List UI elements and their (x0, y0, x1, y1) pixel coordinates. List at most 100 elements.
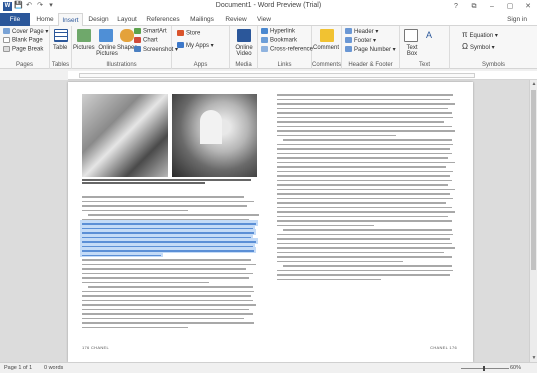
bookmark-icon (261, 37, 268, 43)
store-button[interactable]: Store (177, 30, 200, 37)
table-icon[interactable] (54, 29, 68, 42)
maximize-button[interactable]: ▢ (501, 0, 519, 13)
blank-page-icon (3, 37, 10, 43)
tab-insert[interactable]: Insert (58, 13, 83, 26)
group-label-illustrations: Illustrations (106, 62, 137, 68)
pi-icon: π (462, 30, 468, 39)
word-count-status[interactable]: 0 words (44, 365, 63, 371)
tab-view[interactable]: View (252, 13, 276, 26)
group-label-header-footer: Header & Footer (348, 62, 393, 68)
footer-icon (345, 37, 352, 44)
chart-icon (134, 37, 141, 43)
cover-page-button[interactable]: Cover Page ▾ (3, 28, 48, 35)
hyperlink-icon (261, 28, 268, 34)
minimize-button[interactable]: – (483, 0, 501, 13)
group-label-apps: Apps (193, 62, 208, 68)
text-column-right (277, 94, 457, 283)
cross-reference-button[interactable]: Cross-reference (261, 46, 313, 53)
group-comments: Comment Comments (312, 26, 342, 69)
text-box-icon[interactable] (404, 29, 418, 42)
group-label-text: Text (418, 62, 430, 68)
wordart-button[interactable]: A (426, 30, 432, 40)
photo-room-right[interactable] (172, 94, 257, 177)
group-label-symbols: Symbols (481, 62, 505, 68)
scroll-up-icon[interactable]: ▲ (530, 80, 537, 88)
ribbon-insert: Cover Page ▾ Blank Page Page Break Pages… (0, 26, 537, 69)
vertical-scrollbar[interactable]: ▲ ▼ (529, 80, 537, 362)
group-header-footer: Header ▾ Footer ▾ Page Number ▾ Header &… (342, 26, 400, 69)
help-button[interactable]: ? (447, 0, 465, 13)
sign-in-link[interactable]: Sign in (502, 13, 532, 26)
tab-file[interactable]: File (0, 13, 30, 26)
ruler-margin-area (79, 73, 475, 78)
page-footer-left: 176 CHANEL (82, 345, 110, 350)
group-label-media: Media (235, 62, 252, 68)
smartart-button[interactable]: SmartArt (134, 28, 167, 35)
tab-review[interactable]: Review (221, 13, 251, 26)
document-page[interactable]: 176 CHANEL CHANEL 176 (68, 82, 473, 362)
page-number-button[interactable]: Page Number ▾ (345, 46, 396, 53)
chart-button[interactable]: Chart (134, 37, 158, 44)
tab-design[interactable]: Design (85, 13, 112, 26)
scroll-down-icon[interactable]: ▼ (530, 354, 537, 362)
footer-button[interactable]: Footer ▾ (345, 37, 376, 44)
horizontal-ruler[interactable] (68, 71, 537, 80)
screenshot-icon (134, 46, 141, 53)
comment-icon[interactable] (320, 29, 334, 42)
tab-mailings[interactable]: Mailings (185, 13, 219, 26)
pictures-icon[interactable] (77, 29, 91, 42)
my-apps-icon (177, 42, 184, 49)
my-apps-button[interactable]: My Apps ▾ (177, 42, 214, 49)
page-footer-right: CHANEL 176 (430, 345, 457, 350)
ribbon-display-button[interactable]: ⧉ (465, 0, 483, 13)
zoom-level[interactable]: 60% (510, 365, 521, 371)
page-break-button[interactable]: Page Break (3, 46, 43, 53)
header-button[interactable]: Header ▾ (345, 28, 378, 35)
page-break-icon (3, 46, 10, 52)
online-video-icon[interactable] (237, 29, 251, 42)
blank-page-button[interactable]: Blank Page (3, 37, 43, 44)
image-caption (82, 179, 258, 186)
equation-button[interactable]: π Equation ▾ (462, 30, 498, 39)
shapes-icon[interactable] (120, 29, 134, 42)
smartart-icon (134, 28, 141, 34)
group-pages: Cover Page ▾ Blank Page Page Break Pages (0, 26, 50, 69)
bookmark-button[interactable]: Bookmark (261, 37, 297, 44)
hyperlink-button[interactable]: Hyperlink (261, 28, 295, 35)
close-button[interactable]: ✕ (519, 0, 537, 13)
group-label-pages: Pages (15, 62, 33, 68)
symbol-button[interactable]: Ω Symbol ▾ (462, 42, 495, 51)
online-video-button[interactable]: Online Video (231, 45, 257, 57)
online-pictures-icon[interactable] (99, 29, 113, 42)
scroll-thumb[interactable] (531, 90, 536, 270)
group-label-comments: Comments (312, 62, 342, 68)
pictures-button[interactable]: Pictures (73, 45, 95, 51)
group-label-links: Links (277, 62, 292, 68)
table-button[interactable]: Table (53, 45, 67, 51)
group-apps: Store My Apps ▾ Apps (172, 26, 230, 69)
group-text: Text Box A Text (400, 26, 450, 69)
photo-room-left[interactable] (82, 94, 168, 177)
window-controls: ? ⧉ – ▢ ✕ (447, 0, 537, 13)
omega-icon: Ω (462, 42, 468, 51)
text-box-button[interactable]: Text Box (402, 45, 422, 57)
tab-layout[interactable]: Layout (113, 13, 141, 26)
zoom-slider-knob[interactable] (483, 366, 485, 371)
cover-page-icon (3, 28, 10, 35)
page-count-status[interactable]: Page 1 of 1 (4, 365, 32, 371)
comment-button[interactable]: Comment (313, 45, 339, 51)
group-media: Online Video Media (230, 26, 258, 69)
text-column-left (82, 179, 259, 331)
tab-home[interactable]: Home (33, 13, 57, 26)
status-bar: Page 1 of 1 0 words 60% (0, 362, 537, 373)
cross-reference-icon (261, 46, 268, 52)
ribbon-tabs: File Home Insert Design Layout Reference… (0, 13, 537, 26)
group-illustrations: Pictures Online Pictures Shapes SmartArt… (72, 26, 178, 69)
header-icon (345, 28, 352, 35)
group-symbols: π Equation ▾ Ω Symbol ▾ Symbols (450, 26, 537, 69)
group-tables: Table Tables (50, 26, 72, 69)
store-icon (177, 30, 184, 36)
zoom-slider[interactable] (461, 366, 509, 371)
tab-references[interactable]: References (143, 13, 183, 26)
photo-arch (200, 110, 222, 144)
